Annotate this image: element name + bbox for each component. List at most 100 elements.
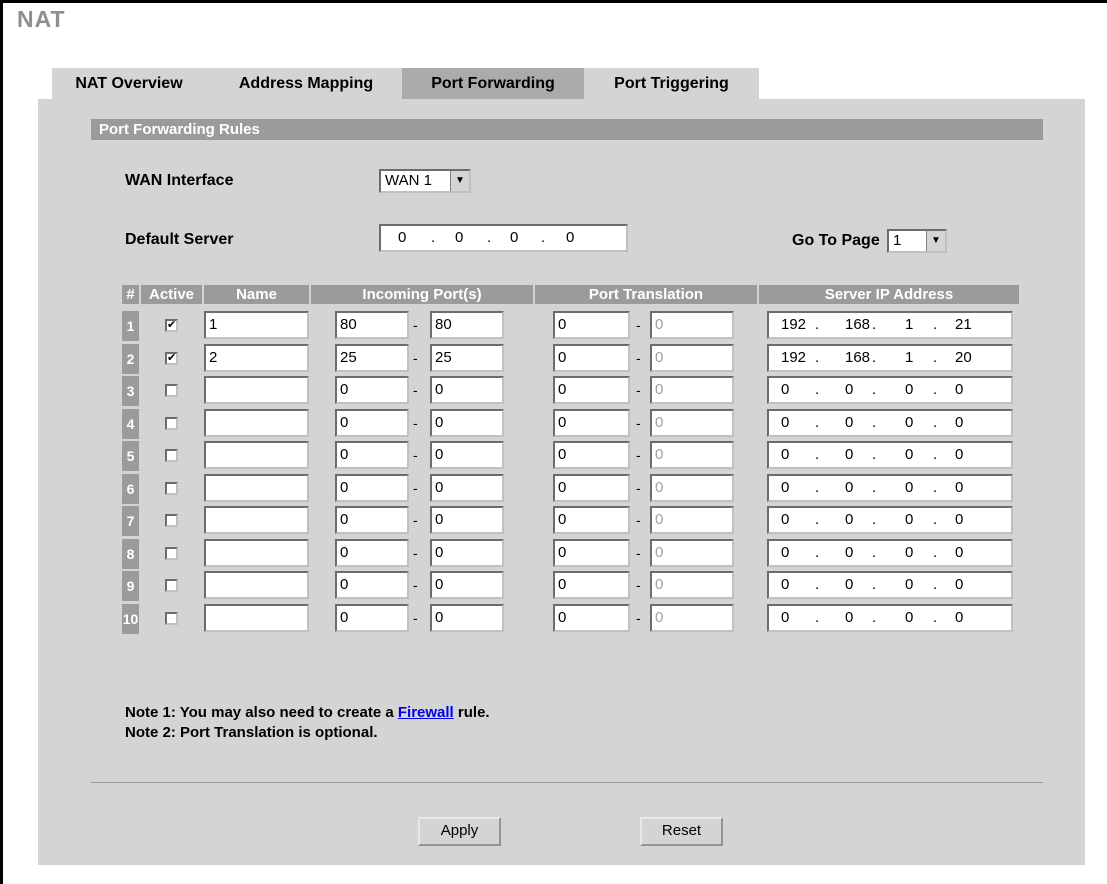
ip-octet: 0 bbox=[845, 543, 854, 561]
incoming-end-input[interactable]: 0 bbox=[430, 571, 504, 599]
incoming-end-input[interactable]: 0 bbox=[430, 376, 504, 404]
ip-dot: . bbox=[872, 381, 877, 398]
translation-end-input[interactable]: 0 bbox=[650, 473, 734, 502]
incoming-start-input[interactable]: 0 bbox=[335, 603, 409, 632]
active-checkbox[interactable]: ✔ bbox=[165, 319, 178, 332]
ip-octet: 0 bbox=[510, 229, 519, 246]
active-checkbox[interactable] bbox=[165, 481, 178, 495]
incoming-end-input[interactable]: 0 bbox=[430, 441, 504, 469]
row-number: 1 bbox=[122, 311, 139, 341]
default-server-ip-input[interactable]: 0 . 0 . 0 . 0 bbox=[379, 224, 628, 252]
chevron-down-icon: ▼ bbox=[926, 231, 945, 251]
translation-end-input[interactable]: 0 bbox=[650, 408, 734, 437]
tab-address-mapping[interactable]: Address Mapping bbox=[206, 68, 406, 99]
col-header-server-ip: Server IP Address bbox=[759, 285, 1019, 304]
translation-end-input[interactable]: 0 bbox=[650, 343, 734, 372]
apply-button[interactable]: Apply bbox=[418, 817, 501, 846]
incoming-start-input[interactable]: 0 bbox=[335, 571, 409, 599]
name-input[interactable] bbox=[204, 441, 309, 469]
reset-button[interactable]: Reset bbox=[640, 817, 723, 846]
name-input[interactable] bbox=[204, 408, 309, 437]
active-checkbox[interactable] bbox=[165, 611, 178, 625]
ip-dot: . bbox=[933, 511, 938, 528]
server-ip-input[interactable]: 0. 0. 0. 0 bbox=[767, 571, 1013, 599]
incoming-start-input[interactable]: 0 bbox=[335, 473, 409, 502]
incoming-end-input[interactable]: 0 bbox=[430, 473, 504, 502]
row-number: 9 bbox=[122, 571, 139, 601]
active-checkbox[interactable] bbox=[165, 546, 178, 560]
server-ip-input[interactable]: 0. 0. 0. 0 bbox=[767, 603, 1013, 632]
incoming-end-input[interactable]: 0 bbox=[430, 408, 504, 437]
active-checkbox[interactable] bbox=[165, 416, 178, 430]
col-header-incoming: Incoming Port(s) bbox=[311, 285, 533, 304]
name-input[interactable]: 2 bbox=[204, 343, 309, 372]
incoming-start-input[interactable]: 0 bbox=[335, 506, 409, 534]
active-checkbox[interactable]: ✔ bbox=[165, 351, 178, 365]
translation-end-input[interactable]: 0 bbox=[650, 538, 734, 567]
incoming-start-input[interactable]: 0 bbox=[335, 441, 409, 469]
incoming-end-input[interactable]: 25 bbox=[430, 343, 504, 372]
active-checkbox[interactable] bbox=[165, 579, 178, 592]
tab-port-forwarding[interactable]: Port Forwarding bbox=[402, 68, 584, 99]
ip-octet: 0 bbox=[845, 381, 854, 398]
active-checkbox[interactable] bbox=[165, 514, 178, 527]
incoming-end-input[interactable]: 0 bbox=[430, 506, 504, 534]
ip-octet: 0 bbox=[905, 413, 914, 431]
wan-interface-select[interactable]: WAN 1 ▼ bbox=[379, 169, 471, 193]
name-input[interactable] bbox=[204, 571, 309, 599]
translation-start-input[interactable]: 0 bbox=[553, 408, 630, 437]
name-input[interactable]: 1 bbox=[204, 311, 309, 339]
server-ip-input[interactable]: 192. 168. 1. 21 bbox=[767, 311, 1013, 339]
translation-start-input[interactable]: 0 bbox=[553, 376, 630, 404]
ip-dot: . bbox=[933, 413, 938, 431]
ip-octet: 0 bbox=[955, 543, 964, 561]
content-panel: Port Forwarding Rules WAN Interface WAN … bbox=[38, 99, 1085, 865]
translation-start-input[interactable]: 0 bbox=[553, 311, 630, 339]
server-ip-input[interactable]: 0. 0. 0. 0 bbox=[767, 538, 1013, 567]
range-dash: - bbox=[636, 479, 641, 496]
incoming-end-input[interactable]: 80 bbox=[430, 311, 504, 339]
ip-octet: 0 bbox=[845, 576, 854, 593]
server-ip-input[interactable]: 0. 0. 0. 0 bbox=[767, 441, 1013, 469]
incoming-start-input[interactable]: 80 bbox=[335, 311, 409, 339]
col-header-active: Active bbox=[141, 285, 202, 304]
translation-end-input[interactable]: 0 bbox=[650, 571, 734, 599]
translation-end-input[interactable]: 0 bbox=[650, 603, 734, 632]
translation-start-input[interactable]: 0 bbox=[553, 473, 630, 502]
firewall-link[interactable]: Firewall bbox=[398, 704, 454, 721]
translation-end-input[interactable]: 0 bbox=[650, 506, 734, 534]
translation-end-input[interactable]: 0 bbox=[650, 376, 734, 404]
translation-end-input[interactable]: 0 bbox=[650, 441, 734, 469]
translation-start-input[interactable]: 0 bbox=[553, 603, 630, 632]
incoming-end-input[interactable]: 0 bbox=[430, 538, 504, 567]
name-input[interactable] bbox=[204, 538, 309, 567]
row-number: 2 bbox=[122, 343, 139, 374]
name-input[interactable] bbox=[204, 603, 309, 632]
server-ip-input[interactable]: 0. 0. 0. 0 bbox=[767, 506, 1013, 534]
server-ip-input[interactable]: 0. 0. 0. 0 bbox=[767, 376, 1013, 404]
name-input[interactable] bbox=[204, 473, 309, 502]
incoming-start-input[interactable]: 25 bbox=[335, 343, 409, 372]
incoming-start-input[interactable]: 0 bbox=[335, 538, 409, 567]
server-ip-input[interactable]: 0. 0. 0. 0 bbox=[767, 408, 1013, 437]
row-number: 3 bbox=[122, 376, 139, 406]
server-ip-input[interactable]: 0. 0. 0. 0 bbox=[767, 473, 1013, 502]
tab-nat-overview[interactable]: NAT Overview bbox=[52, 68, 206, 99]
translation-start-input[interactable]: 0 bbox=[553, 506, 630, 534]
incoming-start-input[interactable]: 0 bbox=[335, 408, 409, 437]
incoming-end-input[interactable]: 0 bbox=[430, 603, 504, 632]
row-number: 4 bbox=[122, 408, 139, 439]
tab-port-triggering[interactable]: Port Triggering bbox=[584, 68, 759, 99]
active-checkbox[interactable] bbox=[165, 449, 178, 462]
translation-start-input[interactable]: 0 bbox=[553, 441, 630, 469]
translation-end-input[interactable]: 0 bbox=[650, 311, 734, 339]
server-ip-input[interactable]: 192. 168. 1. 20 bbox=[767, 343, 1013, 372]
translation-start-input[interactable]: 0 bbox=[553, 538, 630, 567]
incoming-start-input[interactable]: 0 bbox=[335, 376, 409, 404]
active-checkbox[interactable] bbox=[165, 384, 178, 397]
name-input[interactable] bbox=[204, 506, 309, 534]
name-input[interactable] bbox=[204, 376, 309, 404]
go-to-page-select[interactable]: 1 ▼ bbox=[887, 229, 947, 253]
translation-start-input[interactable]: 0 bbox=[553, 343, 630, 372]
translation-start-input[interactable]: 0 bbox=[553, 571, 630, 599]
